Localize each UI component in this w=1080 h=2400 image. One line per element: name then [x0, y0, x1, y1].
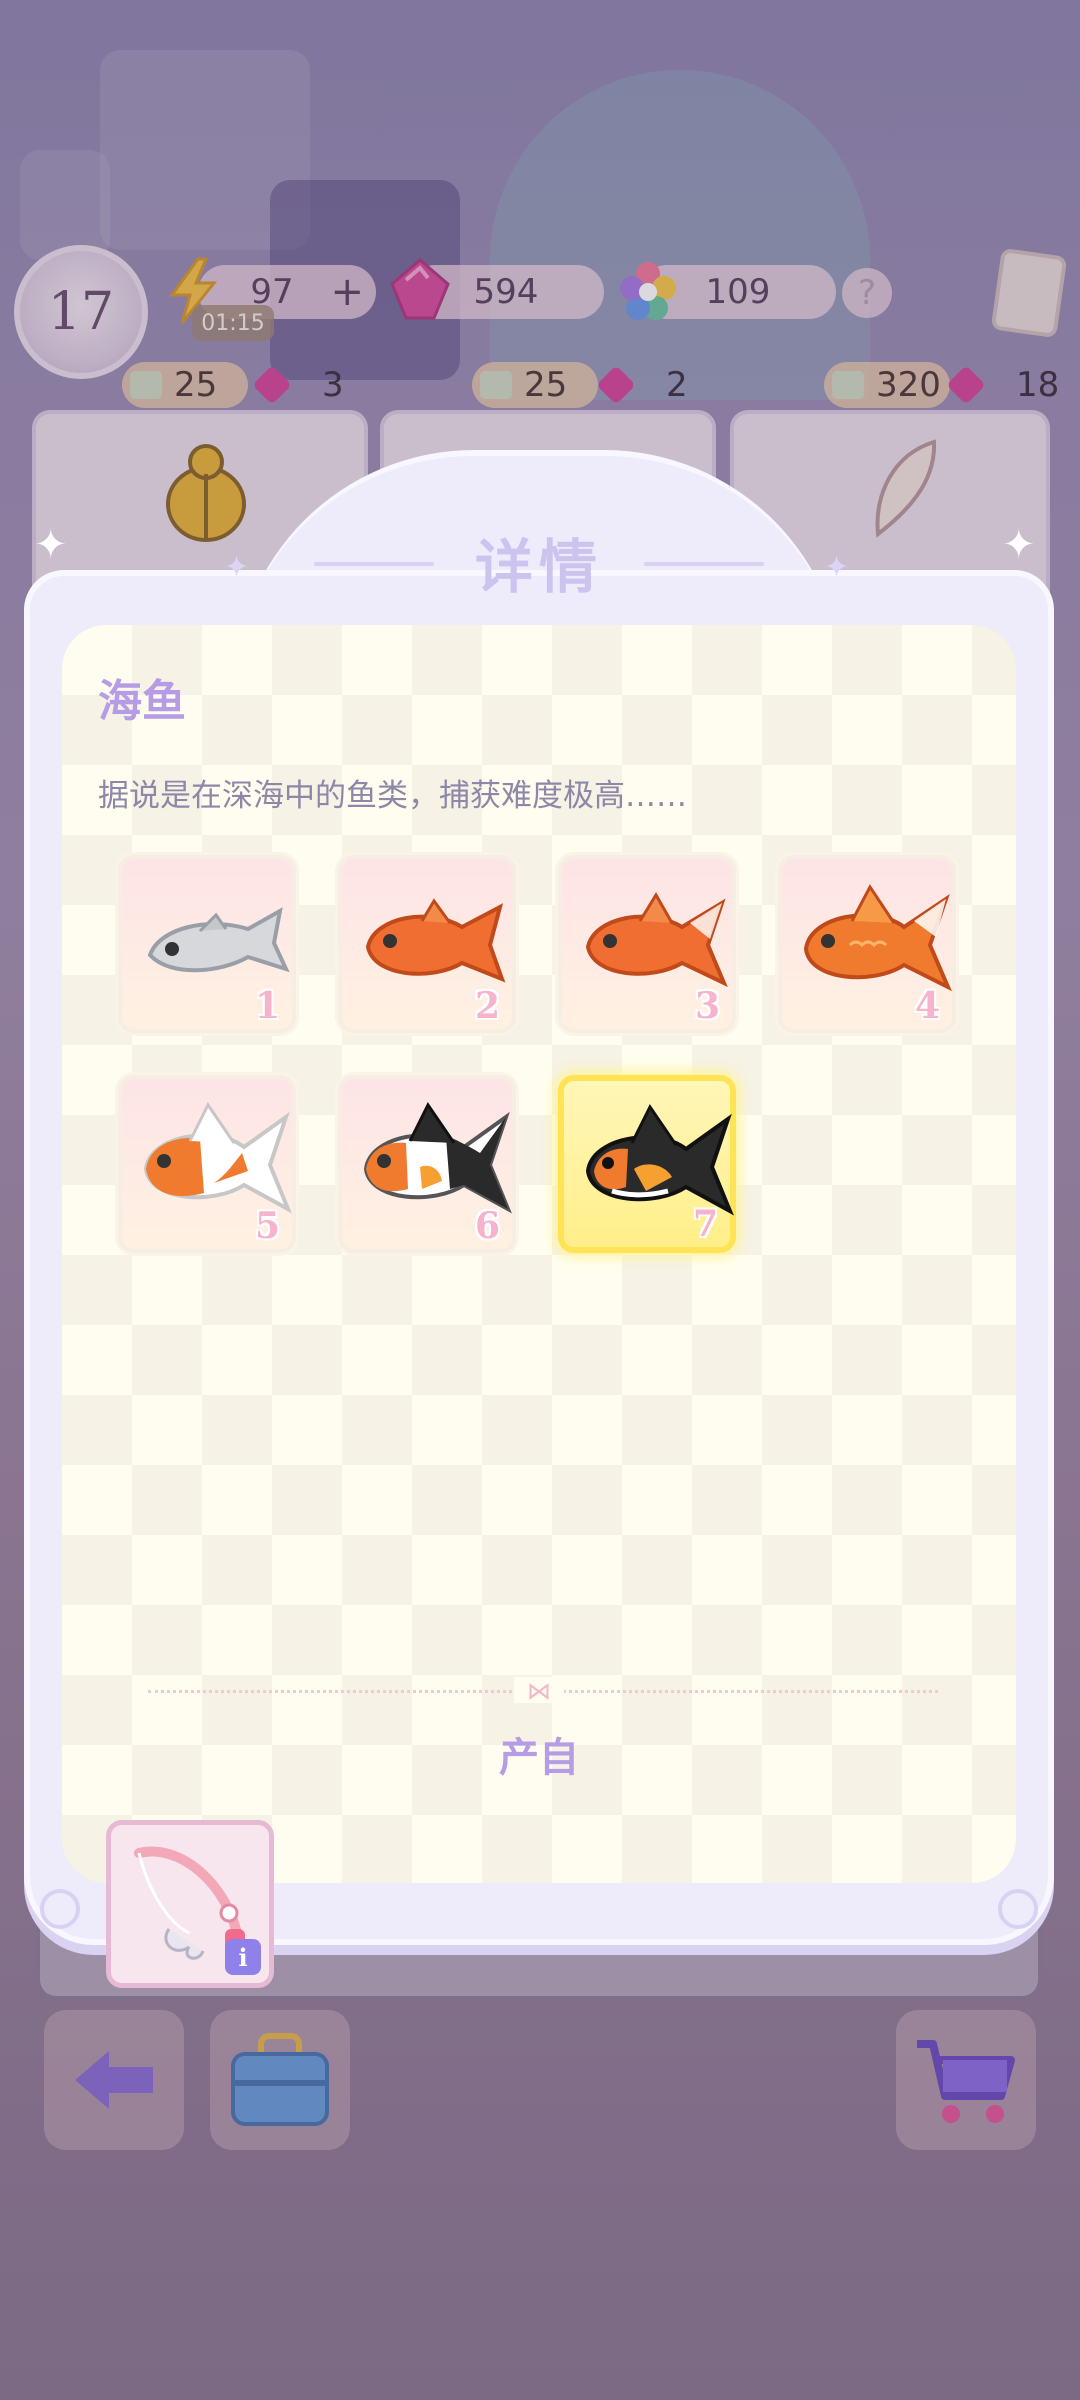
item-name: 海鱼: [98, 676, 186, 727]
evolution-tile-6[interactable]: 6: [338, 1075, 516, 1253]
item-detail-modal: ✦ ✦ ✦ ✦ 详情 海鱼 据说是在深海中的鱼类，捕获难度极高…… 1 2 3 …: [24, 450, 1054, 1988]
info-badge-icon[interactable]: i: [225, 1939, 261, 1975]
source-item-tile[interactable]: i: [106, 1820, 274, 1988]
evolution-level: 3: [694, 985, 720, 1027]
corner-ornament: [40, 1889, 80, 1929]
evolution-tile-5[interactable]: 5: [118, 1075, 296, 1253]
evolution-tile-1[interactable]: 1: [118, 855, 296, 1033]
evolution-level: 2: [474, 985, 500, 1027]
evolution-level: 7: [692, 1203, 718, 1245]
modal-title: 详情: [474, 533, 603, 601]
evolution-tile-7[interactable]: 7: [558, 1075, 736, 1253]
evolution-level: 1: [254, 985, 280, 1027]
evolution-tile-3[interactable]: 3: [558, 855, 736, 1033]
evolution-tile-2[interactable]: 2: [338, 855, 516, 1033]
evolution-level: 6: [474, 1205, 500, 1247]
evolution-tile-4[interactable]: 4: [778, 855, 956, 1033]
modal-content-panel: 海鱼 据说是在深海中的鱼类，捕获难度极高…… 1 2 3 4 5 6 7 ⋈ 产…: [62, 625, 1016, 1988]
item-description: 据说是在深海中的鱼类，捕获难度极高……: [98, 778, 687, 814]
corner-ornament: [998, 1889, 1038, 1929]
source-label: 产自: [499, 1735, 579, 1781]
evolution-level: 4: [914, 985, 940, 1027]
evolution-level: 5: [254, 1205, 280, 1247]
bow-ornament-icon: ⋈: [514, 1677, 564, 1705]
